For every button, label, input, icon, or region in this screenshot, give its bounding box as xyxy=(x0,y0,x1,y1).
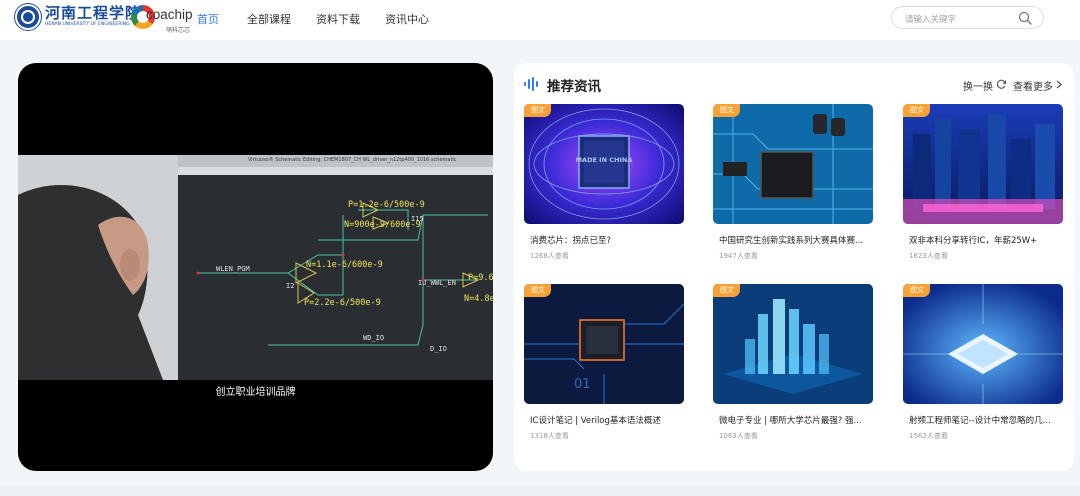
news-title[interactable]: 中国研究生创新实践系列大赛具体赛... xyxy=(719,234,869,246)
news-card[interactable]: 图文 射频工程师笔记--设计中常忽略的几... 1562人查看 xyxy=(903,284,1063,454)
view-count: 1623人查看 xyxy=(909,252,948,260)
top-header: 河南工程学院 HENAN UNIVERSITY OF ENGINEERING c… xyxy=(0,0,1080,40)
video-caption: 创立职业培训品牌 xyxy=(215,387,296,398)
view-count: 1562人查看 xyxy=(909,432,948,440)
search-box[interactable]: 请输入关键字 xyxy=(891,6,1044,29)
glowing-chip-image xyxy=(903,284,1063,404)
news-card[interactable]: 图文 微电子专业 | 哪所大学芯片最强? 强... 1083人查看 xyxy=(713,284,873,454)
type-badge: 图文 xyxy=(903,284,930,297)
bottom-section-edge xyxy=(0,486,1080,496)
view-count: 1268人查看 xyxy=(530,252,569,260)
view-more-link[interactable]: 查看更多 xyxy=(1013,78,1053,93)
audio-wave-icon xyxy=(524,77,538,91)
news-title[interactable]: 双非本科分享转行IC，年薪25W+ xyxy=(909,234,1059,246)
promo-video-player[interactable]: Virtuoso® Schematic Editing: CHEM1807_CH… xyxy=(18,63,493,471)
neon-city-image xyxy=(903,104,1063,224)
brand-logo[interactable]: coachip 萌科芯芯 xyxy=(131,5,193,34)
school-seal-icon xyxy=(15,4,41,30)
news-card[interactable]: MADE IN CHINA 图文 消费芯片：拐点已至? 1268人查看 xyxy=(524,104,684,274)
news-thumbnail[interactable]: 图文 xyxy=(903,284,1063,404)
nav-news-center[interactable]: 资讯中心 xyxy=(385,11,429,27)
dark-chip-image: 01 xyxy=(524,284,684,404)
news-card[interactable]: 图文 中国研究生创新实践系列大赛具体赛... 1947人查看 xyxy=(713,104,873,274)
news-title[interactable]: 射频工程师笔记--设计中常忽略的几... xyxy=(909,414,1059,426)
view-count: 1083人查看 xyxy=(719,432,758,440)
school-logo[interactable]: 河南工程学院 HENAN UNIVERSITY OF ENGINEERING xyxy=(15,4,141,30)
news-thumbnail[interactable]: 01 图文 xyxy=(524,284,684,404)
chip-image: MADE IN CHINA xyxy=(524,104,684,224)
type-badge: 图文 xyxy=(903,104,930,117)
circuit-board-image xyxy=(713,104,873,224)
engineer-silhouette xyxy=(18,155,178,380)
news-section-title: 推荐资讯 xyxy=(547,79,601,95)
nav-all-courses[interactable]: 全部课程 xyxy=(247,11,291,27)
chevron-right-icon[interactable] xyxy=(1056,80,1062,89)
news-thumbnail[interactable]: 图文 xyxy=(713,104,873,224)
type-badge: 图文 xyxy=(713,284,740,297)
refresh-icon[interactable] xyxy=(996,79,1007,90)
news-card[interactable]: 01 图文 IC设计笔记 | Verilog基本语法概述 1318人查看 xyxy=(524,284,684,454)
news-thumbnail[interactable]: MADE IN CHINA 图文 xyxy=(524,104,684,224)
news-title[interactable]: 消费芯片：拐点已至? xyxy=(530,234,680,246)
search-input[interactable]: 请输入关键字 xyxy=(905,13,956,25)
news-title[interactable]: IC设计笔记 | Verilog基本语法概述 xyxy=(530,414,680,426)
view-count: 1318人查看 xyxy=(530,432,569,440)
news-title[interactable]: 微电子专业 | 哪所大学芯片最强? 强... xyxy=(719,414,869,426)
search-icon[interactable] xyxy=(1018,11,1032,25)
school-logo-name: 河南工程学院 xyxy=(45,4,142,23)
chip-text: MADE IN CHINA xyxy=(576,156,633,164)
type-badge: 图文 xyxy=(524,104,551,117)
type-badge: 图文 xyxy=(713,104,740,117)
news-thumbnail[interactable]: 图文 xyxy=(903,104,1063,224)
nav-home[interactable]: 首页 xyxy=(197,11,219,27)
video-frame: Virtuoso® Schematic Editing: CHEM1807_CH… xyxy=(18,155,493,380)
nav-downloads[interactable]: 资料下载 xyxy=(316,11,360,27)
news-card[interactable]: 图文 双非本科分享转行IC，年薪25W+ 1623人查看 xyxy=(903,104,1063,274)
chip-city-image xyxy=(713,284,873,404)
brand-logo-word: coachip xyxy=(146,7,193,22)
school-logo-en: HENAN UNIVERSITY OF ENGINEERING xyxy=(45,22,130,28)
view-count: 1947人查看 xyxy=(719,252,758,260)
chip-text: 01 xyxy=(574,377,591,392)
brand-logo-sub: 萌科芯芯 xyxy=(166,27,191,34)
news-thumbnail[interactable]: 图文 xyxy=(713,284,873,404)
type-badge: 图文 xyxy=(524,284,551,297)
refresh-button[interactable]: 换一换 xyxy=(963,78,993,93)
recommended-news-panel: 推荐资讯 换一换 查看更多 MADE IN CHINA 图文 消费芯片：拐点已至… xyxy=(514,63,1074,471)
